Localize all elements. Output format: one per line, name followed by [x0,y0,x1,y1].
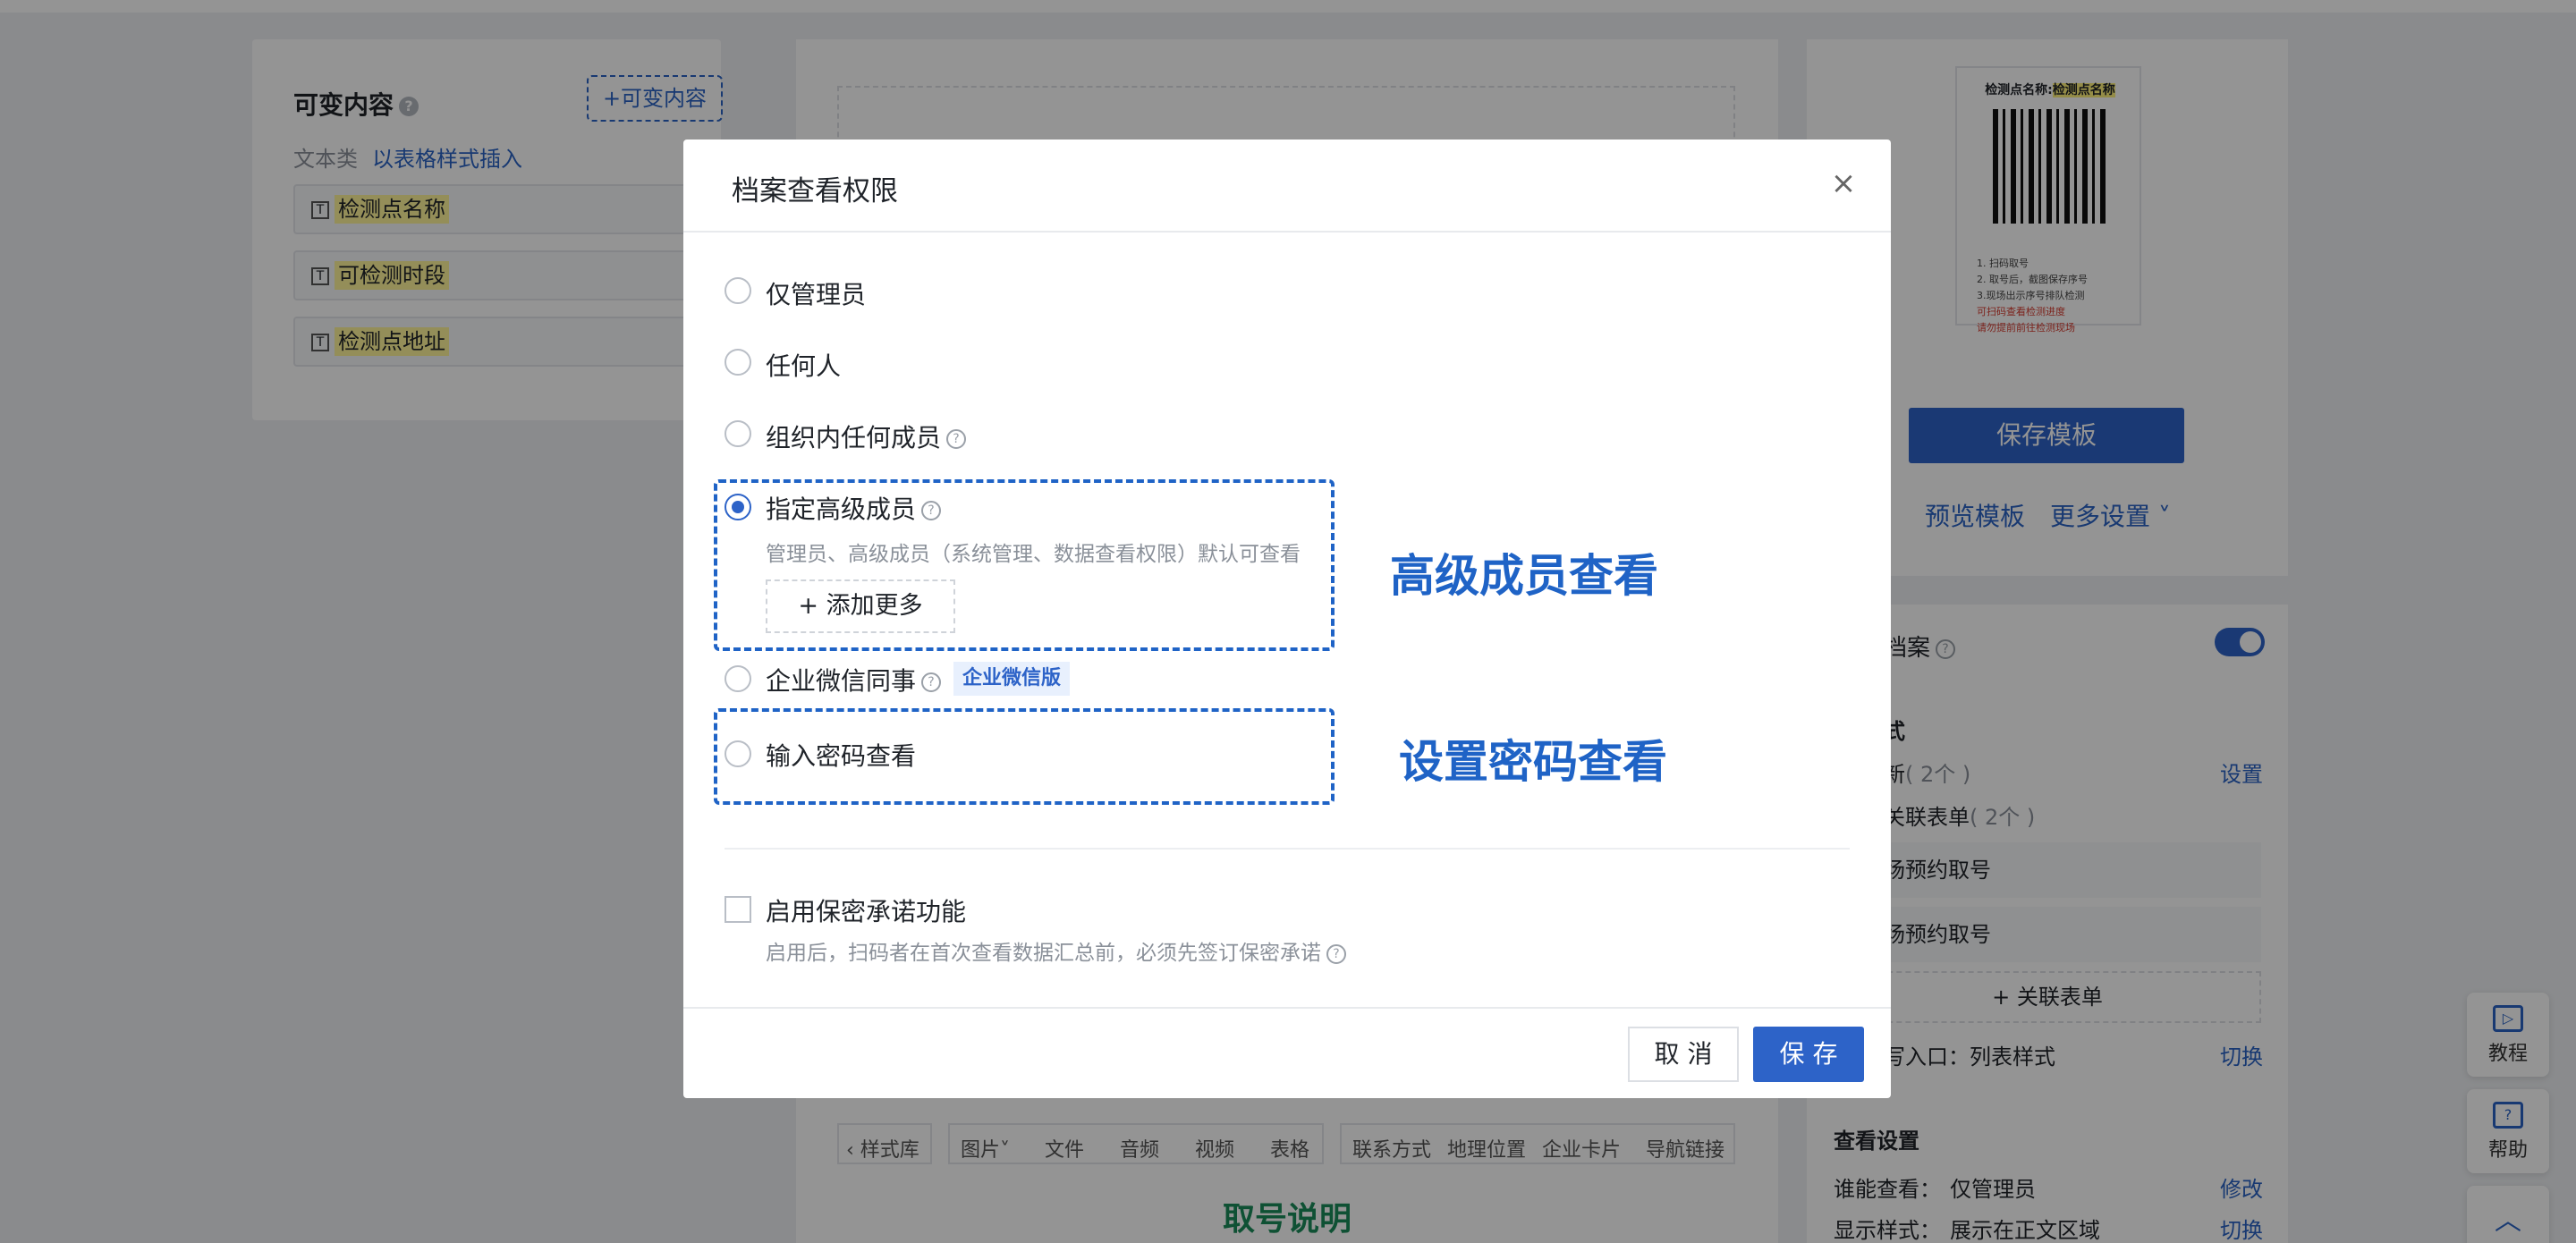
help-icon[interactable]: ? [1326,943,1346,964]
help-icon[interactable]: ? [921,501,942,520]
cancel-button[interactable]: 取 消 [1628,1027,1739,1082]
confidentiality-hint: 启用后，扫码者在首次查看数据汇总前，必须先签订保密承诺? [766,935,1346,966]
radio-senior-members[interactable] [724,494,751,520]
option-anyone-label[interactable]: 任何人 [766,347,841,383]
save-button[interactable]: 保 存 [1753,1027,1864,1082]
archive-view-permission-dialog: 档案查看权限 × 仅管理员 任何人 组织内任何成员? 指定高级成员? 管理员、高… [683,140,1891,1098]
radio-password[interactable] [724,740,751,767]
dialog-footer-divider [683,1007,1891,1009]
radio-org-members[interactable] [724,420,751,447]
radio-admin-only[interactable] [724,277,751,304]
wecom-edition-badge: 企业微信版 [953,662,1071,696]
close-icon[interactable]: × [1830,168,1857,199]
radio-wecom-colleagues[interactable] [724,665,751,692]
help-icon[interactable]: ? [946,429,967,449]
dialog-divider [724,848,1850,850]
annotation-senior-view: 高级成员查看 [1390,550,1658,602]
option-admin-only-label[interactable]: 仅管理员 [766,275,866,311]
confidentiality-label[interactable]: 启用保密承诺功能 [766,892,966,928]
add-more-button[interactable]: + 添加更多 [766,579,955,633]
option-org-members-label[interactable]: 组织内任何成员? [766,419,967,454]
annotation-password-view: 设置密码查看 [1399,736,1667,788]
option-password-label[interactable]: 输入密码查看 [766,737,916,773]
help-icon[interactable]: ? [921,672,942,692]
option-wecom-label[interactable]: 企业微信同事? [766,662,942,698]
confidentiality-checkbox[interactable] [724,896,751,923]
radio-anyone[interactable] [724,349,751,376]
senior-members-hint: 管理员、高级成员（系统管理、数据查看权限）默认可查看 [766,543,1301,566]
dialog-title: 档案查看权限 [732,175,898,207]
option-senior-members-label[interactable]: 指定高级成员? [766,490,942,526]
